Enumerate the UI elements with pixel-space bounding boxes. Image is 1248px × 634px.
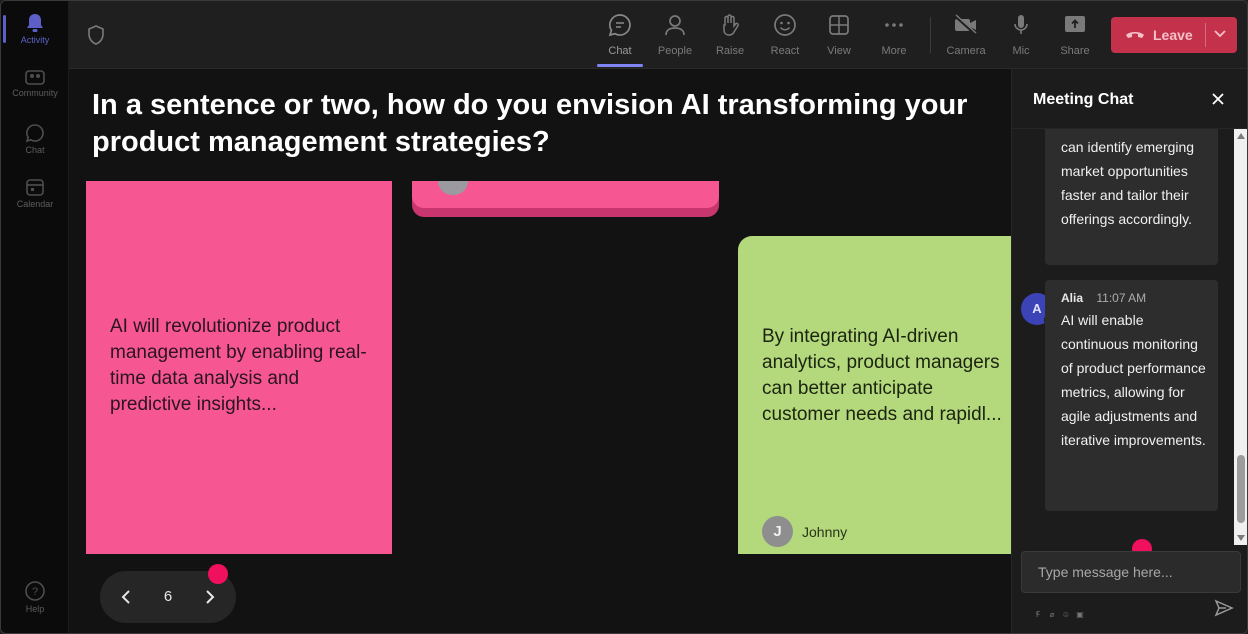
mic-label: Mic xyxy=(1012,45,1030,57)
chat-message-time: 11:07 AM xyxy=(1096,291,1147,305)
question-title: In a sentence or two, how do you envisio… xyxy=(92,89,968,158)
sticky-note-text: By integrating AI-driven analytics, produ… xyxy=(762,324,1011,428)
community-icon xyxy=(25,70,45,85)
chat-title: Meeting Chat xyxy=(1033,91,1134,108)
more-label: More xyxy=(881,45,907,57)
scroll-down-icon[interactable] xyxy=(1237,535,1245,541)
share-label: Share xyxy=(1060,45,1090,57)
chat-button[interactable]: Chat xyxy=(593,11,647,67)
more-button[interactable]: More xyxy=(867,11,921,61)
camera-off-icon xyxy=(954,14,977,35)
rail-item-label: Chat xyxy=(25,145,45,155)
share-button[interactable]: Share xyxy=(1048,11,1102,61)
react-label: React xyxy=(770,45,800,57)
raise-hand-button[interactable]: Raise xyxy=(703,11,757,61)
rail-item-help[interactable]: ? Help xyxy=(1,570,69,622)
rail-item-chat[interactable]: Chat xyxy=(1,113,69,165)
avatar-initial: A xyxy=(1032,301,1042,316)
chevron-down-icon[interactable] xyxy=(1213,29,1227,39)
phone-hangup-icon xyxy=(1126,32,1144,38)
mic-button[interactable]: Mic xyxy=(994,11,1048,61)
scrollbar-thumb[interactable] xyxy=(1237,455,1245,523)
share-screen-icon xyxy=(1065,16,1085,32)
view-label: View xyxy=(827,45,851,57)
avatar: J xyxy=(762,516,793,547)
rail-item-label: Help xyxy=(25,604,45,614)
leave-button[interactable]: Leave xyxy=(1111,17,1237,53)
chat-icon xyxy=(608,14,631,37)
svg-text:?: ? xyxy=(32,586,38,598)
person-icon xyxy=(665,15,685,36)
rail-item-label: Calendar xyxy=(16,199,54,209)
chat-message-list[interactable]: can identify emerging market opportuniti… xyxy=(1012,129,1247,545)
chat-message-meta: Alia 11:07 AM xyxy=(1061,291,1146,305)
rail-item-label: Activity xyxy=(20,35,50,45)
react-button[interactable]: React xyxy=(758,11,812,61)
chat-message-text: AI will enable continuous monitoring of … xyxy=(1061,312,1206,448)
smiley-icon xyxy=(774,14,796,36)
send-icon[interactable] xyxy=(1214,599,1234,617)
sticky-note[interactable]: By integrating AI-driven analytics, produ… xyxy=(738,236,1011,554)
ellipsis-icon xyxy=(885,23,903,27)
bell-icon xyxy=(27,14,43,32)
format-icon[interactable]: Ꞙ xyxy=(1032,610,1044,620)
camera-label: Camera xyxy=(946,45,986,57)
mic-icon xyxy=(1014,15,1028,34)
camera-button[interactable]: Camera xyxy=(939,11,993,61)
toolbar-divider xyxy=(930,17,931,53)
meeting-chat-panel: Meeting Chat can identify emerging marke… xyxy=(1011,69,1247,633)
chat-scrollbar[interactable] xyxy=(1234,129,1247,545)
meeting-window: Activity Community Chat Calendar ? Help … xyxy=(0,0,1248,634)
chat-icon xyxy=(25,124,44,143)
raise-label: Raise xyxy=(715,45,745,57)
chat-header: Meeting Chat xyxy=(1012,69,1247,129)
rail-item-label: Community xyxy=(12,88,58,98)
view-button[interactable]: View xyxy=(812,11,866,61)
grid-icon xyxy=(829,15,849,35)
sticker-icon[interactable]: ▣ xyxy=(1074,610,1086,620)
help-icon: ? xyxy=(25,581,45,601)
attach-icon[interactable]: ⌀ xyxy=(1046,610,1058,620)
people-label: People xyxy=(657,45,693,57)
whiteboard-stage: In a sentence or two, how do you envisio… xyxy=(69,69,1011,633)
chat-message-author: Alia xyxy=(1061,291,1084,305)
meeting-toolbar: Chat People Raise React View More Camera xyxy=(69,1,1247,69)
chat-message: Alia 11:07 AM AI will enable continuous … xyxy=(1045,280,1218,511)
note-author: Johnny xyxy=(802,524,848,540)
composer-tools: Ꞙ ⌀ ☺ ▣ xyxy=(1032,604,1088,619)
scroll-up-icon[interactable] xyxy=(1237,133,1245,139)
rail-item-community[interactable]: Community xyxy=(1,58,69,110)
people-button[interactable]: People xyxy=(648,11,702,61)
leave-divider xyxy=(1205,23,1206,47)
message-composer xyxy=(1021,551,1241,593)
chat-label: Chat xyxy=(608,45,632,57)
calendar-icon xyxy=(26,179,44,196)
close-icon[interactable] xyxy=(1210,91,1226,107)
chat-message: can identify emerging market opportuniti… xyxy=(1045,129,1218,265)
sticky-note-text: AI will revolutionize product management… xyxy=(110,316,367,415)
sticky-note[interactable]: AI will revolutionize product management… xyxy=(86,181,392,554)
shield-icon[interactable] xyxy=(87,25,105,45)
chat-message-text: can identify emerging market opportuniti… xyxy=(1061,139,1195,227)
sticky-note[interactable] xyxy=(412,181,719,217)
hand-icon xyxy=(723,14,739,36)
left-rail: Activity Community Chat Calendar ? Help xyxy=(1,1,69,633)
chevron-left-icon[interactable] xyxy=(116,587,136,607)
rail-item-calendar[interactable]: Calendar xyxy=(1,167,69,219)
cursor-indicator xyxy=(208,564,228,584)
sticky-note-text-content: By integrating AI-driven analytics, produ… xyxy=(762,326,1002,425)
page-number: 6 xyxy=(163,588,173,605)
leave-label: Leave xyxy=(1153,27,1193,43)
message-input[interactable] xyxy=(1022,552,1240,592)
rail-item-activity[interactable]: Activity xyxy=(1,3,69,55)
chevron-right-icon[interactable] xyxy=(200,587,220,607)
emoji-icon[interactable]: ☺ xyxy=(1060,610,1072,620)
